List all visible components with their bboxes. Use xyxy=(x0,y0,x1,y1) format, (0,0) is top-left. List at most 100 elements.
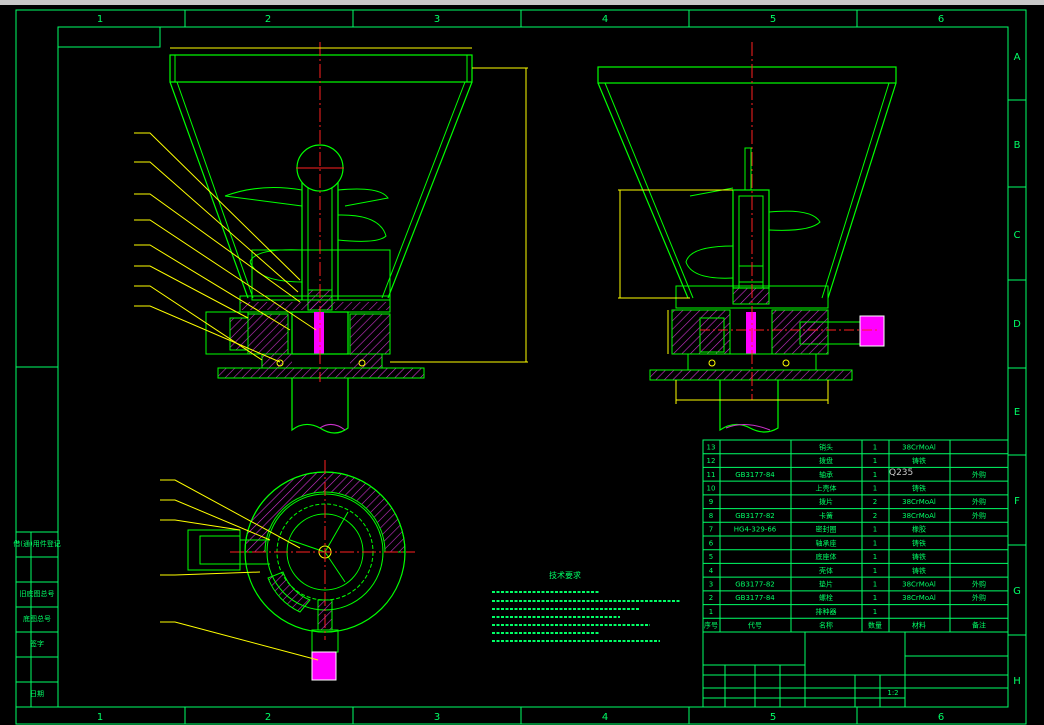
notes-title: 技术要求 xyxy=(549,570,581,580)
zone-col-top-3: 3 xyxy=(434,14,440,25)
zone-col-top-1: 1 xyxy=(97,14,103,25)
zone-row-G: G xyxy=(1013,586,1021,597)
bom-cell-material: 38CrMoAl xyxy=(902,581,936,589)
zone-col-top-4: 4 xyxy=(602,14,608,25)
strip-label-4: 签字 xyxy=(30,639,44,648)
bom-cell-no: 12 xyxy=(707,457,716,465)
bom-cell-name: 卡簧 xyxy=(819,511,833,520)
bom-cell-no: 5 xyxy=(709,553,713,561)
bom-cell-material: 铸铁 xyxy=(912,484,926,493)
zone-row-D: D xyxy=(1013,319,1021,330)
bom-cell-qty: 1 xyxy=(873,581,877,589)
zone-row-C: C xyxy=(1014,230,1021,241)
bom-cell-material: 材料 xyxy=(912,621,926,630)
bom-cell-qty: 1 xyxy=(873,485,877,493)
bom-cell-material: 橡胶 xyxy=(912,525,926,534)
zone-row-E: E xyxy=(1014,407,1020,418)
zone-row-H: H xyxy=(1013,676,1021,687)
front-section-view xyxy=(169,42,528,434)
bom-cell-name: 拨盘 xyxy=(819,456,833,465)
bom-cell-code: GB3177-82 xyxy=(735,581,774,589)
bom-cell-material: 铸铁 xyxy=(912,552,926,561)
bom-cell-material: 铸铁 xyxy=(912,538,926,547)
bom-table-rows: 13 销头 1 38CrMoAl12 拨盘 1 铸铁11 GB3177-84 轴承 1 外购10 上壳… xyxy=(703,442,1008,630)
bom-cell-qty: 1 xyxy=(873,553,877,561)
bom-cell-remark: 外购 xyxy=(972,593,986,602)
bom-cell-name: 底座体 xyxy=(816,552,837,561)
strip-label-2: 旧底图总号 xyxy=(20,589,55,598)
bom-cell-material: 38CrMoAl xyxy=(902,512,936,520)
title-block-scale: 1:2 xyxy=(887,689,898,697)
bom-cell-no: 10 xyxy=(707,485,716,493)
bom-cell-code: GB3177-84 xyxy=(735,594,775,602)
bom-cell-no: 8 xyxy=(709,512,713,520)
bom-cell-qty: 1 xyxy=(873,594,877,602)
zone-col-bottom-3: 3 xyxy=(434,712,440,723)
bom-cell-name: 轴承 xyxy=(819,470,833,479)
left-strip-labels: 借(通)用件登记 旧底图总号 底图总号 签字 日期 xyxy=(13,539,60,698)
bom-cell-no: 序号 xyxy=(704,621,718,630)
zone-col-bottom-6: 6 xyxy=(938,712,944,723)
cad-drawing-sheet: 1 2 3 4 5 6 1 2 3 4 5 6 A B C D E F G H … xyxy=(13,9,1027,725)
bom-cell-qty: 1 xyxy=(873,471,877,479)
bom-cell-code: GB3177-84 xyxy=(735,471,775,479)
part-leaders-front xyxy=(134,132,317,363)
bom-cell-name: 销头 xyxy=(819,442,833,451)
strip-label-1: 借(通)用件登记 xyxy=(13,539,60,548)
bom-cell-no: 13 xyxy=(707,443,716,451)
bom-cell-remark: 外购 xyxy=(972,511,986,520)
bom-cell-code: 代号 xyxy=(748,621,762,630)
zone-col-bottom-2: 2 xyxy=(265,712,271,723)
strip-label-3: 底图总号 xyxy=(23,614,51,623)
bom-cell-qty: 2 xyxy=(873,498,877,506)
bom-cell-qty: 1 xyxy=(873,608,877,616)
bom-cell-no: 7 xyxy=(709,526,713,534)
bom-cell-name: 名称 xyxy=(819,621,833,630)
bom-cell-qty: 1 xyxy=(873,567,877,575)
bom-cell-no: 6 xyxy=(709,539,714,547)
bom-cell-code: GB3177-82 xyxy=(735,512,774,520)
bom-cell-no: 1 xyxy=(709,608,713,616)
bom-cell-name: 螺栓 xyxy=(819,593,833,602)
zone-col-bottom-5: 5 xyxy=(770,712,776,723)
bom-cell-no: 11 xyxy=(707,471,716,479)
bom-cell-qty: 数量 xyxy=(868,621,882,630)
bom-cell-no: 9 xyxy=(709,498,713,506)
zone-col-top-5: 5 xyxy=(770,14,776,25)
bom-cell-remark: 外购 xyxy=(972,470,986,479)
side-section-view xyxy=(597,42,897,433)
title-block xyxy=(702,631,1009,708)
bom-cell-qty: 1 xyxy=(873,526,877,534)
zone-col-top-2: 2 xyxy=(265,14,271,25)
zone-col-top-6: 6 xyxy=(938,14,944,25)
bom-cell-material: 38CrMoAl xyxy=(902,498,936,506)
zone-row-A: A xyxy=(1014,52,1021,63)
bom-cell-material: 38CrMoAl xyxy=(902,594,936,602)
bom-cell-remark: 备注 xyxy=(972,621,986,630)
bom-cell-no: 3 xyxy=(709,581,713,589)
bom-cell-name: 轴承座 xyxy=(816,538,837,547)
bom-cell-name: 垫片 xyxy=(819,580,833,589)
bom-cell-name: 排种器 xyxy=(816,607,837,616)
bom-cell-name: 上壳体 xyxy=(816,484,837,493)
bom-cell-qty: 1 xyxy=(873,457,877,465)
zone-row-B: B xyxy=(1014,140,1021,151)
bom-cell-material: 铸铁 xyxy=(912,456,926,465)
bom-cell-qty: 1 xyxy=(873,443,877,451)
bom-cell-material: 铸铁 xyxy=(912,566,926,575)
material-callout: Q235 xyxy=(889,468,913,478)
zone-col-bottom-4: 4 xyxy=(602,712,608,723)
bom-cell-remark: 外购 xyxy=(972,580,986,589)
bom-cell-no: 4 xyxy=(709,567,714,575)
bom-cell-remark: 外购 xyxy=(972,497,986,506)
strip-label-5: 日期 xyxy=(30,690,44,698)
technical-notes: 技术要求 xyxy=(492,570,680,642)
zone-row-F: F xyxy=(1014,496,1020,507)
bom-cell-qty: 1 xyxy=(873,539,877,547)
zone-col-bottom-1: 1 xyxy=(97,712,103,723)
plan-view xyxy=(187,460,415,681)
bom-cell-code: HG4-329-66 xyxy=(734,526,777,534)
bom-cell-name: 壳体 xyxy=(819,566,833,575)
bom-cell-name: 密封圈 xyxy=(816,525,837,534)
bom-cell-qty: 2 xyxy=(873,512,877,520)
